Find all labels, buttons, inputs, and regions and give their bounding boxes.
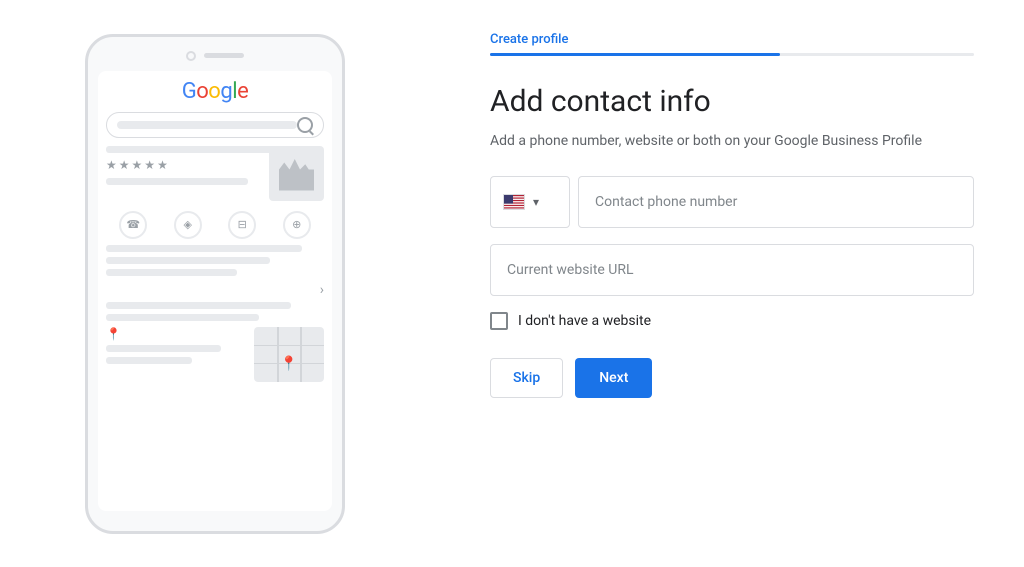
skeleton-line (106, 245, 302, 252)
location-row: 📍 (106, 327, 250, 341)
skeleton-line (106, 269, 237, 276)
skeleton-line (106, 302, 291, 309)
right-panel: Create profile Add contact info Add a ph… (430, 0, 1024, 567)
map-pin-icon: 📍 (280, 356, 297, 372)
skip-button[interactable]: Skip (490, 358, 563, 398)
map-grid-v (300, 327, 302, 382)
direction-icon-btn: ◈ (174, 211, 202, 239)
skeleton-line (106, 257, 270, 264)
skeleton-section-3 (106, 302, 324, 321)
skeleton-line (106, 314, 259, 321)
google-letter-o1: o (196, 79, 208, 104)
business-card-area: ★ ★ ★ ★ ★ (106, 146, 324, 205)
map-block: 📍 📍 (106, 327, 324, 382)
save-icon-btn: ⊟ (228, 211, 256, 239)
google-letter-g2: g (220, 79, 232, 104)
phone-icon-btn: ☎ (119, 211, 147, 239)
action-buttons: Skip Next (490, 358, 974, 398)
next-button[interactable]: Next (575, 358, 652, 398)
skeleton-line (106, 357, 192, 364)
google-letter-e: e (237, 79, 248, 104)
progress-bar-container (490, 53, 974, 56)
store-image (269, 146, 324, 201)
progress-label: Create profile (490, 32, 974, 47)
google-logo: Google (106, 79, 324, 104)
progress-section: Create profile (490, 32, 974, 56)
website-url-input[interactable] (490, 244, 974, 296)
skeleton-line (106, 345, 221, 352)
star-3: ★ (132, 158, 143, 172)
phone-top-bar (98, 51, 332, 61)
page-title: Add contact info (490, 84, 974, 120)
us-flag-icon (503, 194, 525, 210)
skeleton-line (106, 178, 248, 185)
map-preview: 📍 (254, 327, 324, 382)
phone-mockup: Google ★ ★ ★ ★ (85, 34, 345, 534)
phone-camera (186, 51, 196, 61)
star-2: ★ (119, 158, 130, 172)
chevron-right-icon: › (106, 282, 324, 298)
google-letter-o2: o (208, 79, 220, 104)
star-4: ★ (144, 158, 155, 172)
stars-row: ★ ★ ★ ★ ★ (106, 158, 263, 172)
icon-buttons-row: ☎ ◈ ⊟ ⊕ (106, 211, 324, 239)
star-1: ★ (106, 158, 117, 172)
phone-input-row: ▾ (490, 176, 974, 228)
star-5: ★ (157, 158, 168, 172)
no-website-label[interactable]: I don't have a website (518, 313, 651, 329)
map-grid-v (277, 327, 279, 382)
store-icon (279, 156, 314, 191)
skeleton-section-2 (106, 245, 324, 276)
form-subtitle: Add a phone number, website or both on y… (490, 132, 974, 152)
chevron-down-icon: ▾ (533, 195, 539, 209)
us-flag-svg (504, 195, 525, 210)
location-icon: 📍 (106, 327, 121, 341)
country-selector[interactable]: ▾ (490, 176, 570, 228)
phone-screen: Google ★ ★ ★ ★ (98, 71, 332, 511)
phone-search-bar (106, 112, 324, 138)
left-panel: Google ★ ★ ★ ★ (0, 0, 430, 567)
phone-number-input[interactable] (578, 176, 974, 228)
no-website-row: I don't have a website (490, 312, 974, 330)
skeleton-line (106, 146, 280, 153)
progress-bar-fill (490, 53, 780, 56)
map-grid-h (254, 345, 324, 347)
share-icon-btn: ⊕ (283, 211, 311, 239)
search-bar-line (117, 121, 297, 129)
phone-speaker (204, 53, 244, 58)
google-letter-g: G (182, 79, 197, 104)
search-icon (297, 117, 313, 133)
no-website-checkbox[interactable] (490, 312, 508, 330)
